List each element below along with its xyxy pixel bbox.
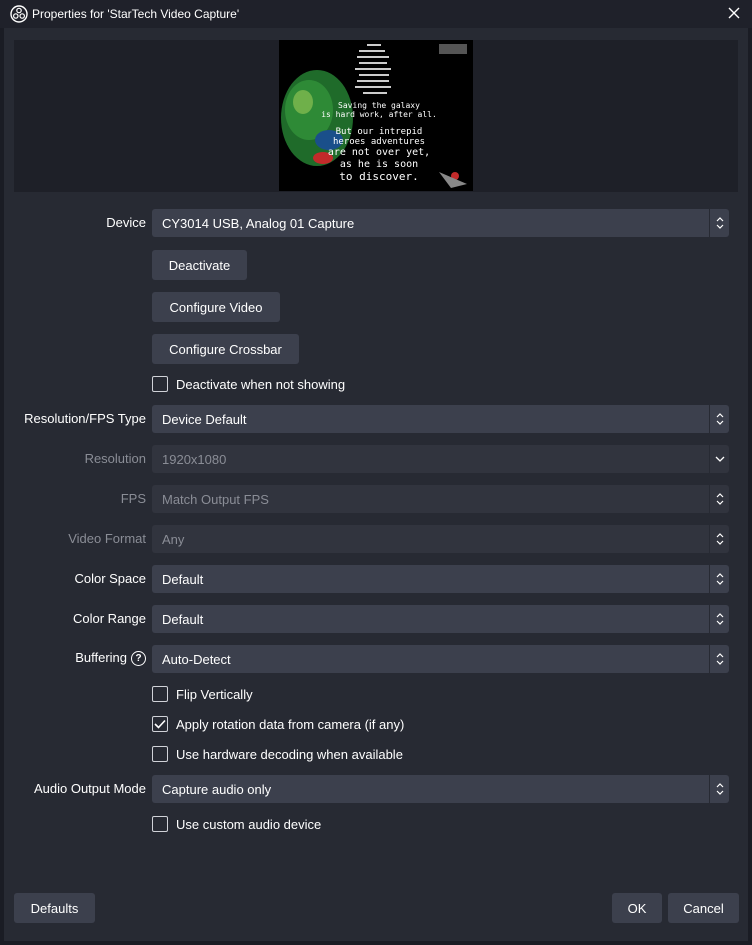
up-down-arrows-icon [709,405,729,433]
deactivate-when-not-showing-checkbox[interactable]: Deactivate when not showing [152,374,345,394]
configure-video-button[interactable]: Configure Video [152,292,280,322]
checkbox-label: Apply rotation data from camera (if any) [176,716,405,732]
chevron-down-icon [709,445,729,473]
up-down-arrows-icon [709,565,729,593]
checkbox-label: Use hardware decoding when available [176,746,403,762]
up-down-arrows-icon [709,775,729,803]
hardware-decoding-checkbox[interactable]: Use hardware decoding when available [152,744,403,764]
device-value: CY3014 USB, Analog 01 Capture [162,215,355,231]
preview-caption-line: to discover. [339,170,418,183]
checkbox-label: Flip Vertically [176,686,253,702]
up-down-arrows-icon [709,645,729,673]
checkmark-icon [154,717,166,732]
color-range-value: Default [162,611,204,627]
checkbox-box [152,716,168,732]
resolution-combo[interactable]: 1920x1080 [152,445,729,473]
audio-output-mode-value: Capture audio only [162,781,272,797]
res-fps-type-label: Resolution/FPS Type [24,411,146,426]
checkbox-box [152,746,168,762]
source-preview: Saving the galaxy is hard work, after al… [279,40,473,191]
preview-caption-line: heroes adventures [333,137,425,147]
video-format-value: Any [162,531,185,547]
checkbox-box [152,816,168,832]
color-range-label: Color Range [73,611,146,626]
ok-button[interactable]: OK [612,893,662,923]
help-icon[interactable]: ? [131,651,146,667]
fps-label: FPS [120,491,146,506]
apply-rotation-checkbox[interactable]: Apply rotation data from camera (if any) [152,714,404,734]
checkbox-label: Use custom audio device [176,816,322,832]
close-button[interactable] [716,0,752,28]
preview-caption-line: are not over yet, [328,147,430,158]
preview-caption-line: Saving the galaxy [338,101,420,110]
color-range-select[interactable]: Default [152,605,729,633]
defaults-button[interactable]: Defaults [14,893,95,923]
resolution-label: Resolution [84,451,146,466]
res-fps-type-select[interactable]: Device Default [152,405,729,433]
res-fps-type-value: Device Default [162,411,247,427]
window-title: Properties for 'StarTech Video Capture' [32,7,240,21]
device-select[interactable]: CY3014 USB, Analog 01 Capture [152,209,729,237]
buffering-label: Buffering [75,650,127,665]
color-space-select[interactable]: Default [152,565,729,593]
audio-output-mode-label: Audio Output Mode [33,781,146,796]
deactivate-button[interactable]: Deactivate [152,250,247,280]
video-format-label: Video Format [68,531,146,546]
color-space-value: Default [162,571,204,587]
checkbox-box [152,686,168,702]
up-down-arrows-icon [709,209,729,237]
preview-caption-line: as he is soon [340,159,418,170]
title-bar: Properties for 'StarTech Video Capture' [0,0,752,28]
video-format-select[interactable]: Any [152,525,729,553]
checkbox-box [152,376,168,392]
device-label: Device [106,215,146,230]
preview-caption-line: is hard work, after all. [321,110,437,119]
obs-logo-icon [10,5,28,23]
close-icon [728,7,740,22]
fps-value: Match Output FPS [162,491,269,507]
custom-audio-device-checkbox[interactable]: Use custom audio device [152,814,321,834]
up-down-arrows-icon [709,605,729,633]
buffering-label-group: Buffering? [75,650,146,667]
preview-caption-line: But our intrepid [336,127,423,137]
buffering-value: Auto-Detect [162,651,231,667]
cancel-button[interactable]: Cancel [668,893,739,923]
resolution-value: 1920x1080 [162,451,227,467]
audio-output-mode-select[interactable]: Capture audio only [152,775,729,803]
color-space-label: Color Space [74,571,146,586]
up-down-arrows-icon [709,485,729,513]
up-down-arrows-icon [709,525,729,553]
checkbox-label: Deactivate when not showing [176,376,346,392]
buffering-select[interactable]: Auto-Detect [152,645,729,673]
configure-crossbar-button[interactable]: Configure Crossbar [152,334,299,364]
flip-vertically-checkbox[interactable]: Flip Vertically [152,684,253,704]
fps-select[interactable]: Match Output FPS [152,485,729,513]
